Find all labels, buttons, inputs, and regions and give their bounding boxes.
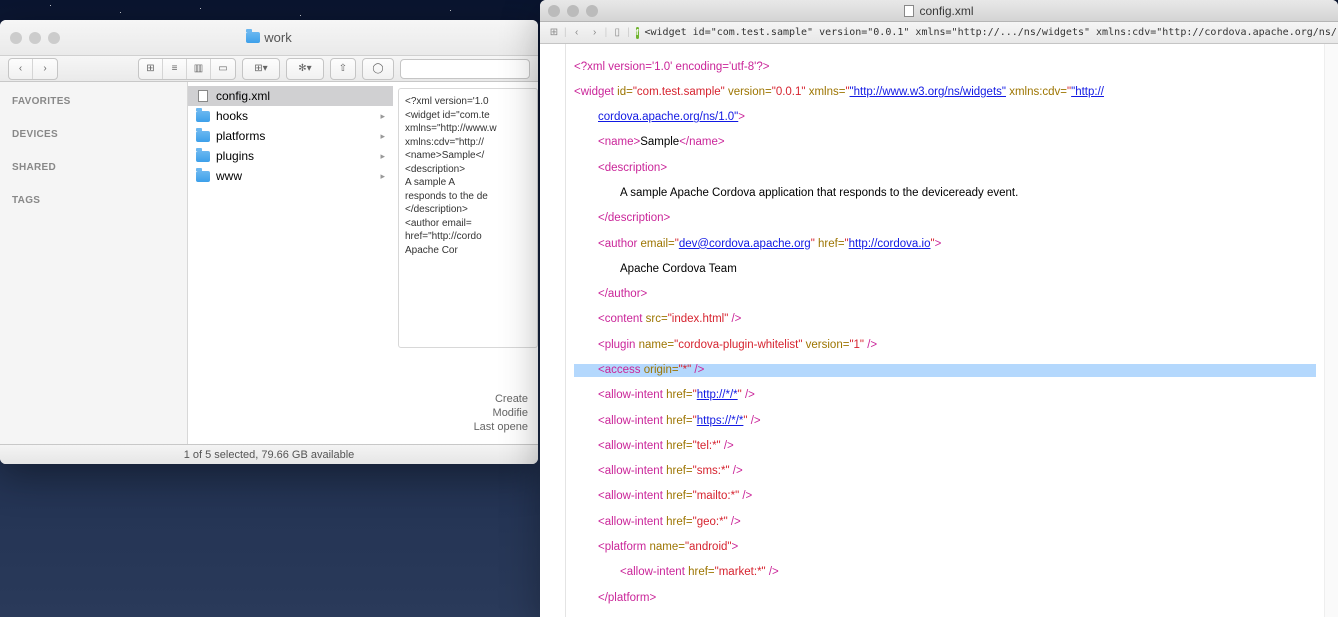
folder-icon [196,129,210,143]
breadcrumb-text[interactable]: <widget id="com.test.sample" version="0.… [645,27,1338,38]
view-buttons: ⊞ ≡ ▥ ▭ [138,58,236,80]
sidebar-heading[interactable]: Devices [0,123,187,142]
arrange-button[interactable]: ⊞▾ [243,59,279,79]
preview-line: </description> [405,203,531,217]
path-bar: ⊞| ‹ ›| ▯| f <widget id="com.test.sample… [540,22,1338,44]
grid-icon[interactable]: ⊞ [546,26,562,40]
chevron-right-icon: ▸ [380,111,385,122]
editor-titlebar[interactable]: config.xml [540,0,1338,22]
preview-line: xmlns:cdv="http:// [405,136,531,150]
finder-toolbar: ‹ › ⊞ ≡ ▥ ▭ ⊞▾ ✻▾ ⇧ ◯ [0,56,538,82]
preview-line: <description> [405,163,531,177]
title-text: work [264,30,291,45]
chevron-right-icon: ▸ [380,171,385,182]
action-button[interactable]: ✻▾ [287,59,323,79]
preview-panel: <?xml version='1.0 <widget id="com.te xm… [398,88,538,348]
file-type-icon: f [636,27,639,39]
preview-line: xmlns="http://www.w [405,122,531,136]
search-input[interactable] [400,59,530,79]
status-bar: 1 of 5 selected, 79.66 GB available [0,444,538,464]
preview-metadata: Create Modifie Last opene [398,392,528,434]
close-icon[interactable] [548,5,560,17]
file-row[interactable]: hooks ▸ [188,106,393,126]
file-row[interactable]: plugins ▸ [188,146,393,166]
document-icon[interactable]: ▯ [609,26,625,40]
code-editor[interactable]: <?xml version='1.0' encoding='utf-8'?> <… [566,44,1324,617]
file-name: hooks [216,109,248,123]
preview-line: <author email= [405,217,531,231]
finder-titlebar[interactable]: work [0,20,538,56]
editor-title: config.xml [919,4,973,18]
preview-line: <name>Sample</ [405,149,531,163]
forward-button[interactable]: › [587,26,603,40]
finder-window: work ‹ › ⊞ ≡ ▥ ▭ ⊞▾ ✻▾ ⇧ ◯ Favorites Dev… [0,20,538,464]
file-list: config.xml hooks ▸ platforms ▸ plugins ▸ ww… [188,82,393,186]
sidebar-heading[interactable]: Shared [0,156,187,175]
document-icon [196,89,210,103]
window-title: work [0,30,538,45]
file-row[interactable]: platforms ▸ [188,126,393,146]
minimize-icon[interactable] [567,5,579,17]
preview-line: responds to the de [405,190,531,204]
folder-icon [196,169,210,183]
preview-line: A sample A [405,176,531,190]
meta-line: Create [398,392,528,406]
back-button[interactable]: ‹ [569,26,585,40]
nav-buttons: ‹ › [8,58,58,80]
file-name: www [216,169,242,183]
chevron-right-icon: ▸ [380,131,385,142]
share-button[interactable]: ⇧ [331,59,355,79]
status-text: 1 of 5 selected, 79.66 GB available [184,449,355,461]
preview-line: href="http://cordo [405,230,531,244]
icon-view-button[interactable]: ⊞ [139,59,163,79]
tags-button[interactable]: ◯ [363,59,393,79]
traffic-lights [548,5,598,17]
back-button[interactable]: ‹ [9,59,33,79]
editor-window: config.xml ⊞| ‹ ›| ▯| f <widget id="com.… [540,0,1338,617]
scrollbar[interactable] [1324,44,1338,617]
sidebar-heading[interactable]: Tags [0,189,187,208]
sidebar-heading[interactable]: Favorites [0,90,187,109]
column-view-button[interactable]: ▥ [187,59,211,79]
folder-icon [196,149,210,163]
file-pane: config.xml hooks ▸ platforms ▸ plugins ▸ ww… [188,82,538,444]
list-view-button[interactable]: ≡ [163,59,187,79]
file-row[interactable]: config.xml [188,86,393,106]
preview-line: <widget id="com.te [405,109,531,123]
file-row[interactable]: www ▸ [188,166,393,186]
gutter [540,44,566,617]
forward-button[interactable]: › [33,59,57,79]
meta-line: Last opene [398,420,528,434]
sidebar: Favorites Devices Shared Tags [0,82,188,444]
zoom-icon[interactable] [586,5,598,17]
folder-icon [196,109,210,123]
document-icon [904,5,914,17]
coverflow-view-button[interactable]: ▭ [211,59,235,79]
file-name: platforms [216,129,265,143]
file-name: plugins [216,149,254,163]
file-name: config.xml [216,89,270,103]
meta-line: Modifie [398,406,528,420]
preview-line: Apache Cor [405,244,531,258]
folder-icon [246,32,260,43]
preview-line: <?xml version='1.0 [405,95,531,109]
chevron-right-icon: ▸ [380,151,385,162]
